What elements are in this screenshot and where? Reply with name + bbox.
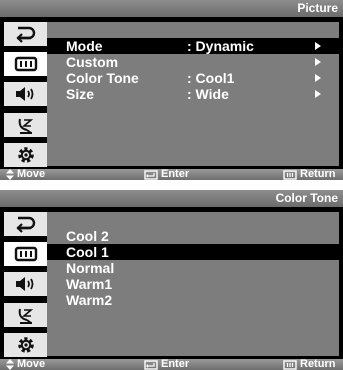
enter-hint: Enter [144,169,189,180]
menu-item-label: Custom [66,54,119,70]
arrow-right-icon [315,90,321,98]
return-label: Return [300,359,336,370]
return-hint: Return [283,169,335,180]
move-label: Move [17,359,46,370]
menu-item-size[interactable]: Size : Wide [47,86,339,102]
input-icon[interactable] [4,22,47,46]
option-label: Cool 2 [66,228,109,244]
color-tone-option-warm2[interactable]: Warm2 [47,292,339,308]
picture-menu-panel: Mode : Dynamic Custom Color Tone : Cool1… [47,22,339,166]
option-label: Normal [66,260,115,276]
move-hint: Move [6,359,45,370]
option-label: Warm1 [66,276,113,292]
menu-item-value: : Wide [187,86,229,102]
move-hint: Move [6,169,45,180]
option-label: Warm2 [66,292,113,308]
move-label: Move [17,169,46,180]
channel-icon[interactable] [4,113,47,137]
color-tone-option-warm1[interactable]: Warm1 [47,276,339,292]
enter-icon [144,359,158,370]
picture-icon[interactable] [4,52,47,76]
channel-icon[interactable] [4,303,47,327]
return-label: Return [300,169,336,180]
color-tone-options-panel: Cool 2 Cool 1 Normal Warm1 Warm2 [47,212,339,356]
menu-title: Color Tone [0,190,343,207]
menu-item-value: : Cool1 [187,70,235,86]
menu-item-color-tone[interactable]: Color Tone : Cool1 [47,70,339,86]
enter-icon [144,169,158,180]
return-hint: Return [283,359,335,370]
button-guide-bar: Move Enter Return [0,359,343,370]
color-tone-option-normal[interactable]: Normal [47,260,339,276]
menu-item-custom[interactable]: Custom [47,54,339,70]
menu-title: Picture [0,0,343,17]
return-icon [283,359,297,370]
menu-icon-sidebar [4,22,47,167]
setup-icon[interactable] [4,143,47,167]
menu-item-label: Size [66,86,95,102]
picture-icon[interactable] [4,242,47,266]
return-icon [283,169,297,180]
sound-icon[interactable] [4,272,47,296]
arrow-right-icon [315,58,321,66]
color-tone-menu-screen: Color Tone Cool 2 Cool 1 Normal Warm1 Wa… [0,190,343,370]
arrow-right-icon [315,74,321,82]
menu-item-value: : Dynamic [187,38,254,54]
sound-icon[interactable] [4,82,47,106]
up-down-icon [6,359,14,370]
arrow-right-icon [315,42,321,50]
menu-item-label: Mode [66,38,103,54]
picture-menu-screen: Picture Mode : Dynamic Custom Color Tone… [0,0,343,180]
enter-label: Enter [161,359,190,370]
input-icon[interactable] [4,212,47,236]
enter-hint: Enter [144,359,189,370]
up-down-icon [6,169,14,180]
menu-item-mode[interactable]: Mode : Dynamic [47,38,339,54]
color-tone-option-cool1[interactable]: Cool 1 [47,244,339,260]
setup-icon[interactable] [4,333,47,357]
menu-item-label: Color Tone [66,70,139,86]
menu-icon-sidebar [4,212,47,357]
color-tone-option-cool2[interactable]: Cool 2 [47,228,339,244]
enter-label: Enter [161,169,190,180]
option-label: Cool 1 [66,244,109,260]
button-guide-bar: Move Enter Return [0,169,343,180]
